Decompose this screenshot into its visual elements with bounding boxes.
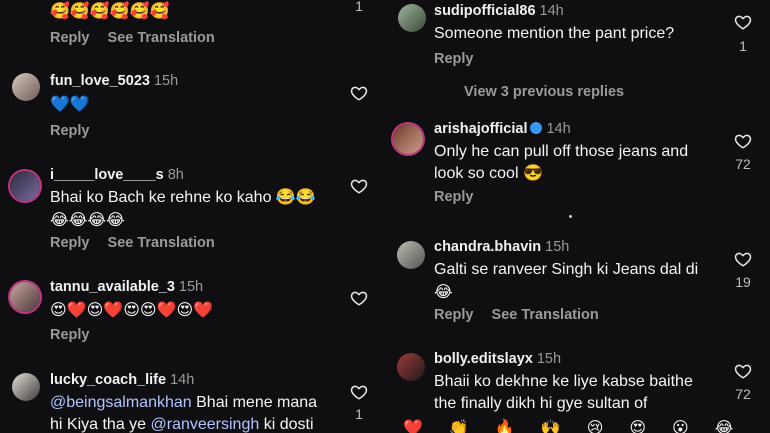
comment-text: @beingsalmankhan Bhai mene mana hi Kiya … bbox=[50, 392, 317, 433]
reply-button[interactable]: Reply bbox=[50, 327, 90, 343]
timestamp: 14h bbox=[539, 3, 564, 19]
username[interactable]: i_____love____s bbox=[50, 167, 164, 183]
comment-text: Bhaii ko dekhne ke liye kabse baithe the… bbox=[434, 371, 693, 415]
avatar[interactable] bbox=[397, 241, 425, 269]
divider-dot bbox=[569, 215, 572, 218]
avatar[interactable] bbox=[12, 73, 40, 101]
comment-actions: Reply See Translation bbox=[50, 30, 229, 46]
comment-text-fragment: hi Kiya tha ye bbox=[50, 416, 151, 433]
comment-text: Someone mention the pant price? bbox=[434, 25, 675, 42]
timestamp: 14h bbox=[170, 372, 195, 388]
see-translation-button[interactable]: See Translation bbox=[492, 307, 599, 323]
reply-button[interactable]: Reply bbox=[434, 51, 474, 67]
comment-header: fun_love_5023 15h bbox=[50, 73, 178, 89]
comment-text: Galti se ranveer Singh ki Jeans dal di 😂 bbox=[434, 259, 698, 303]
comment-actions: Reply bbox=[50, 123, 104, 139]
comment-text: 🥰🥰🥰🥰🥰🥰 bbox=[50, 1, 170, 20]
username[interactable]: tannu_available_3 bbox=[50, 279, 175, 295]
comment-text: 😍❤️😍❤️😍😍❤️😍❤️ bbox=[50, 300, 214, 319]
comment-text-fragment: ki dosti bbox=[259, 416, 314, 433]
reaction-emojis[interactable]: ❤️👏🔥🙌😢😍😮😂 bbox=[403, 418, 759, 433]
reply-button[interactable]: Reply bbox=[50, 30, 90, 46]
username[interactable]: fun_love_5023 bbox=[50, 73, 150, 89]
heart-icon[interactable] bbox=[350, 84, 368, 102]
comment-actions: Reply See Translation bbox=[50, 235, 229, 251]
username[interactable]: sudipofficial86 bbox=[434, 3, 536, 19]
comment-text-line: 😂 bbox=[434, 282, 453, 301]
like-count: 1 bbox=[355, 406, 363, 422]
like-count: 72 bbox=[735, 386, 751, 402]
comment-header: tannu_available_3 15h bbox=[50, 279, 203, 295]
comment-header: bolly.editslayx 15h bbox=[434, 351, 561, 367]
comment-text-line: Bhai ko Bach ke rehne ko kaho 😂😂 bbox=[50, 189, 316, 206]
comment-text-line: look so cool 😎 bbox=[434, 165, 543, 182]
reply-button[interactable]: Reply bbox=[434, 189, 474, 205]
comment-text-fragment: Bhai mene mana bbox=[191, 394, 318, 411]
reply-button[interactable]: Reply bbox=[50, 235, 90, 251]
avatar[interactable] bbox=[393, 124, 423, 154]
heart-icon[interactable] bbox=[734, 132, 752, 150]
heart-icon[interactable] bbox=[734, 13, 752, 31]
timestamp: 15h bbox=[545, 239, 570, 255]
like-count: 1 bbox=[355, 0, 363, 14]
avatar[interactable] bbox=[10, 171, 40, 201]
left-comment-column: 🥰🥰🥰🥰🥰🥰 Reply See Translation 1 fun_love_… bbox=[0, 0, 385, 433]
username[interactable]: lucky_coach_life bbox=[50, 372, 166, 388]
heart-icon[interactable] bbox=[734, 250, 752, 268]
comment-header: i_____love____s 8h bbox=[50, 167, 184, 183]
comment-text-line: the finally dikh hi gye sultan of bbox=[434, 395, 648, 412]
username[interactable]: arishajofficial bbox=[434, 121, 527, 137]
avatar[interactable] bbox=[12, 373, 40, 401]
comment-actions: Reply bbox=[50, 327, 104, 343]
timestamp: 14h bbox=[546, 121, 571, 137]
mention-link[interactable]: @ranveersingh bbox=[151, 416, 260, 433]
comment-text-line: Only he can pull off those jeans and bbox=[434, 143, 689, 160]
heart-icon[interactable] bbox=[734, 362, 752, 380]
comment-actions: Reply bbox=[434, 189, 488, 205]
see-translation-button[interactable]: See Translation bbox=[108, 30, 215, 46]
username[interactable]: chandra.bhavin bbox=[434, 239, 541, 255]
heart-icon[interactable] bbox=[350, 383, 368, 401]
see-translation-button[interactable]: See Translation bbox=[108, 235, 215, 251]
avatar[interactable] bbox=[10, 282, 40, 312]
comment-actions: Reply bbox=[434, 51, 488, 67]
comment-text-line: Bhaii ko dekhne ke liye kabse baithe bbox=[434, 373, 693, 390]
mention-link[interactable]: @beingsalmankhan bbox=[50, 394, 192, 411]
reply-button[interactable]: Reply bbox=[50, 123, 90, 139]
like-count: 72 bbox=[735, 156, 751, 172]
view-previous-replies-button[interactable]: View 3 previous replies bbox=[464, 84, 624, 100]
username[interactable]: bolly.editslayx bbox=[434, 351, 533, 367]
avatar[interactable] bbox=[398, 4, 426, 32]
timestamp: 8h bbox=[167, 167, 184, 183]
comment-actions: Reply See Translation bbox=[434, 307, 613, 323]
reply-button[interactable]: Reply bbox=[434, 307, 474, 323]
comment-header: chandra.bhavin 15h bbox=[434, 239, 569, 255]
heart-icon[interactable] bbox=[350, 177, 368, 195]
avatar[interactable] bbox=[397, 353, 425, 381]
comment-text: Only he can pull off those jeans and loo… bbox=[434, 141, 688, 185]
verified-badge-icon bbox=[530, 122, 543, 134]
like-count: 19 bbox=[735, 274, 751, 290]
comment-text-line: 😂😂😂😂 bbox=[50, 210, 125, 229]
timestamp: 15h bbox=[153, 73, 179, 89]
comment-header: lucky_coach_life 14h bbox=[50, 372, 194, 388]
comment-text-line: Galti se ranveer Singh ki Jeans dal di bbox=[434, 261, 699, 278]
heart-icon[interactable] bbox=[350, 289, 368, 307]
timestamp: 15h bbox=[536, 351, 562, 367]
right-comment-column: sudipofficial86 14h Someone mention the p… bbox=[385, 0, 770, 433]
comment-text: Bhai ko Bach ke rehne ko kaho 😂😂 😂😂😂😂 bbox=[50, 187, 316, 231]
timestamp: 15h bbox=[178, 279, 204, 295]
comment-header: arishajofficial 14h bbox=[434, 121, 571, 137]
comment-text: 💙💙 bbox=[50, 94, 90, 113]
comment-header: sudipofficial86 14h bbox=[434, 3, 564, 19]
like-count: 1 bbox=[739, 38, 747, 54]
reaction-emoji-bar[interactable]: ❤️👏🔥🙌😢😍😮😂 bbox=[403, 418, 770, 433]
